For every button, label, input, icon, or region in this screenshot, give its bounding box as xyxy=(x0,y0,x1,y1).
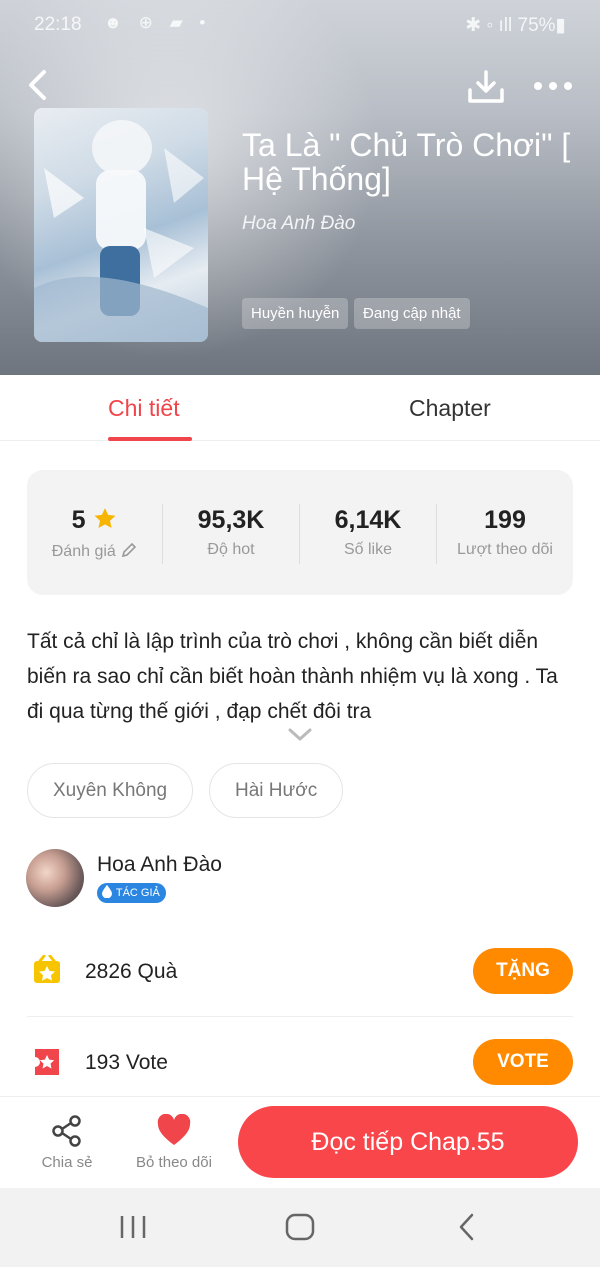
followers-label: Lượt theo dõi xyxy=(457,541,553,558)
badge-drop-icon xyxy=(102,885,112,899)
likes-label: Số like xyxy=(343,541,393,558)
continue-reading-button[interactable]: Đọc tiếp Chap.55 xyxy=(238,1106,578,1178)
book-title: Ta Là " Chủ Trò Chơi" [ Hệ Thống] xyxy=(242,127,571,197)
star-icon xyxy=(95,508,116,528)
detail-tabs: Chi tiết Chapter xyxy=(0,375,600,441)
stats-panel: 5 Đánh giá 95,3K Độ hot 6,14K Số like 19… xyxy=(27,470,573,595)
home-icon[interactable] xyxy=(284,1212,316,1242)
system-navigation-bar xyxy=(0,1188,600,1267)
badge-label: TÁC GIẢ xyxy=(115,887,160,899)
heart-icon xyxy=(157,1113,191,1145)
download-icon[interactable] xyxy=(466,68,506,106)
share-icon xyxy=(52,1115,81,1147)
back-arrow-icon[interactable] xyxy=(22,68,56,102)
give-gift-button[interactable]: TẶNG xyxy=(473,948,573,994)
hot-value: 95,3K xyxy=(197,506,265,534)
status-time: 22:18 xyxy=(34,14,82,35)
rating-value: 5 xyxy=(71,506,86,534)
stat-likes: 6,14K Số like xyxy=(300,506,436,559)
recent-apps-icon[interactable] xyxy=(118,1214,148,1240)
rating-label: Đánh giá xyxy=(51,543,116,560)
author-badge: TÁC GIẢ xyxy=(97,883,166,903)
book-description: Tất cả chỉ là lập trình của trò chơi , k… xyxy=(27,630,558,723)
active-tab-indicator xyxy=(108,437,192,441)
status-system-icons: ✱ ◦ ıll 75%▮ xyxy=(465,15,566,36)
stat-followers: 199 Lượt theo dõi xyxy=(437,506,573,559)
status-notification-icons: ☻ ⊕ ▰ • xyxy=(104,13,212,32)
row-divider xyxy=(27,1016,573,1017)
votes-count: 193 Vote xyxy=(85,1051,168,1074)
vote-ticket-icon xyxy=(35,1049,59,1075)
gifts-count: 2826 Quà xyxy=(85,960,178,983)
genre-chip[interactable]: Xuyên Không xyxy=(27,763,194,818)
chevron-down-icon[interactable] xyxy=(286,726,314,744)
share-label: Chia sẻ xyxy=(41,1154,93,1171)
status-bar: 22:18 ☻ ⊕ ▰ • ✱ ◦ ıll 75%▮ xyxy=(0,0,600,50)
edit-pencil-icon[interactable] xyxy=(120,541,138,559)
followers-value: 199 xyxy=(484,506,526,534)
author-avatar[interactable] xyxy=(26,849,84,907)
stat-hot: 95,3K Độ hot xyxy=(163,506,299,559)
tag-status: Đang cập nhật xyxy=(354,298,470,329)
genre-chip[interactable]: Hài Hước xyxy=(209,763,344,818)
tab-details[interactable]: Chi tiết xyxy=(108,395,180,422)
more-options-icon[interactable] xyxy=(532,76,574,96)
unfollow-label: Bỏ theo dõi xyxy=(136,1154,212,1171)
system-back-icon[interactable] xyxy=(456,1212,478,1242)
author-name[interactable]: Hoa Anh Đào xyxy=(97,853,222,877)
unfollow-button[interactable]: Bỏ theo dõi xyxy=(128,1113,220,1171)
vote-button[interactable]: VOTE xyxy=(473,1039,573,1085)
book-author[interactable]: Hoa Anh Đào xyxy=(242,213,355,235)
tag-genre[interactable]: Huyền huyễn xyxy=(242,298,349,329)
gift-icon xyxy=(34,955,60,983)
tab-chapter[interactable]: Chapter xyxy=(409,395,491,422)
hot-label: Độ hot xyxy=(207,541,255,558)
share-button[interactable]: Chia sẻ xyxy=(32,1114,102,1171)
likes-value: 6,14K xyxy=(334,506,402,534)
book-header: 22:18 ☻ ⊕ ▰ • ✱ ◦ ıll 75%▮ Ta Là " Chủ T… xyxy=(0,0,600,375)
book-cover-image xyxy=(34,108,208,342)
stat-rating[interactable]: 5 Đánh giá xyxy=(27,506,163,561)
